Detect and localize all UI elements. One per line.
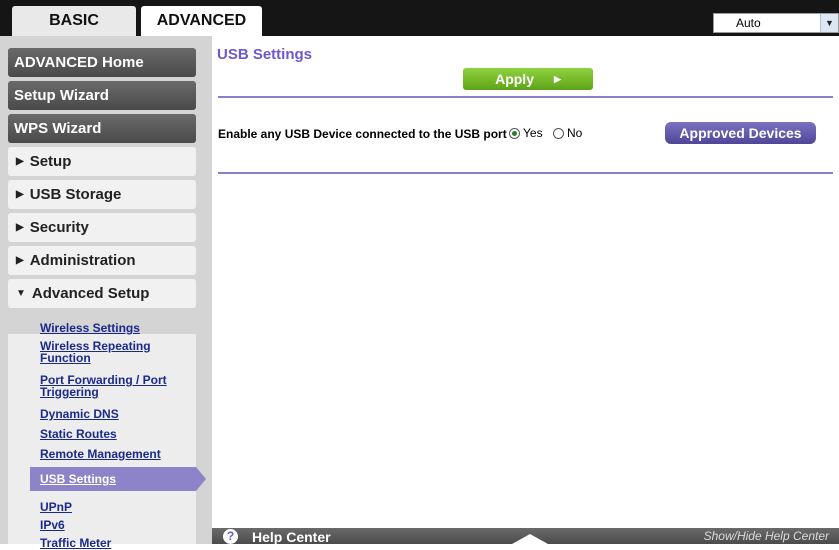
radio-yes-label: Yes bbox=[523, 126, 543, 140]
sidebar-link-usb-settings-label: USB Settings bbox=[40, 472, 117, 486]
radio-yes[interactable] bbox=[509, 127, 520, 139]
radio-yes-option[interactable]: Yes bbox=[509, 126, 543, 140]
approved-devices-button[interactable]: Approved Devices bbox=[665, 122, 816, 144]
sidebar-link-static-routes[interactable]: Static Routes bbox=[40, 428, 117, 440]
usb-enable-label: Enable any USB Device connected to the U… bbox=[218, 127, 507, 141]
page-title: USB Settings bbox=[217, 46, 313, 63]
apply-button-label: Apply bbox=[495, 71, 534, 87]
sidebar-section-setup[interactable]: ▶ Setup bbox=[8, 147, 196, 176]
language-select[interactable]: Auto ▼ bbox=[713, 13, 839, 33]
language-select-value: Auto bbox=[736, 16, 761, 30]
sidebar-advanced-home[interactable]: ADVANCED Home bbox=[8, 48, 196, 77]
sidebar-link-wireless-settings[interactable]: Wireless Settings bbox=[40, 322, 140, 334]
sidebar-link-ipv6[interactable]: IPv6 bbox=[40, 519, 65, 531]
sidebar-setup-wizard[interactable]: Setup Wizard bbox=[8, 81, 196, 110]
triangle-right-icon: ▶ bbox=[16, 189, 24, 200]
sidebar-section-label: USB Storage bbox=[29, 186, 122, 203]
sidebar-section-label: Administration bbox=[29, 252, 136, 269]
question-icon: ? bbox=[223, 529, 238, 544]
help-center-bar: ? Help Center Show/Hide Help Center bbox=[212, 528, 839, 545]
radio-no-label: No bbox=[567, 126, 583, 140]
show-hide-help-link[interactable]: Show/Hide Help Center bbox=[704, 529, 829, 543]
radio-no-option[interactable]: No bbox=[553, 126, 582, 140]
main-content: USB Settings Apply ▶ Enable any USB Devic… bbox=[212, 36, 839, 544]
sidebar-wps-wizard[interactable]: WPS Wizard bbox=[8, 114, 196, 143]
triangle-right-icon: ▶ bbox=[16, 156, 24, 167]
help-toggle-arrow-icon[interactable] bbox=[512, 534, 548, 544]
sidebar-link-port-forwarding-line2[interactable]: Triggering bbox=[40, 386, 99, 398]
sidebar-section-usb-storage[interactable]: ▶ USB Storage bbox=[8, 180, 196, 209]
sidebar-link-usb-settings[interactable]: USB Settings bbox=[30, 467, 206, 491]
active-pointer bbox=[196, 467, 206, 491]
sidebar-link-upnp[interactable]: UPnP bbox=[40, 501, 72, 513]
sidebar-link-wireless-repeating-line2[interactable]: Function bbox=[40, 352, 91, 364]
sidebar-section-label: Security bbox=[29, 219, 89, 236]
tab-advanced[interactable]: ADVANCED bbox=[141, 6, 262, 36]
triangle-right-icon: ▶ bbox=[16, 222, 24, 233]
top-nav-bar: BASIC ADVANCED Auto ▼ bbox=[0, 0, 839, 36]
help-center-title: Help Center bbox=[252, 529, 331, 545]
divider bbox=[218, 172, 833, 174]
sidebar-link-traffic-meter[interactable]: Traffic Meter bbox=[40, 537, 111, 549]
chevron-down-icon[interactable]: ▼ bbox=[820, 14, 838, 32]
tab-basic[interactable]: BASIC bbox=[12, 6, 136, 36]
sidebar-section-security[interactable]: ▶ Security bbox=[8, 213, 196, 242]
sidebar-section-advanced-setup[interactable]: ▼ Advanced Setup bbox=[8, 279, 196, 308]
sidebar-section-label: Advanced Setup bbox=[31, 285, 150, 302]
sidebar-link-remote-management[interactable]: Remote Management bbox=[40, 448, 161, 460]
apply-button[interactable]: Apply ▶ bbox=[463, 68, 593, 90]
sidebar-section-label: Setup bbox=[29, 153, 72, 170]
sidebar-link-dynamic-dns[interactable]: Dynamic DNS bbox=[40, 408, 119, 420]
triangle-down-icon: ▼ bbox=[16, 288, 26, 299]
radio-no[interactable] bbox=[553, 127, 564, 139]
sidebar-section-administration[interactable]: ▶ Administration bbox=[8, 246, 196, 275]
arrow-right-icon: ▶ bbox=[553, 73, 561, 84]
triangle-right-icon: ▶ bbox=[16, 255, 24, 266]
divider bbox=[218, 96, 833, 98]
